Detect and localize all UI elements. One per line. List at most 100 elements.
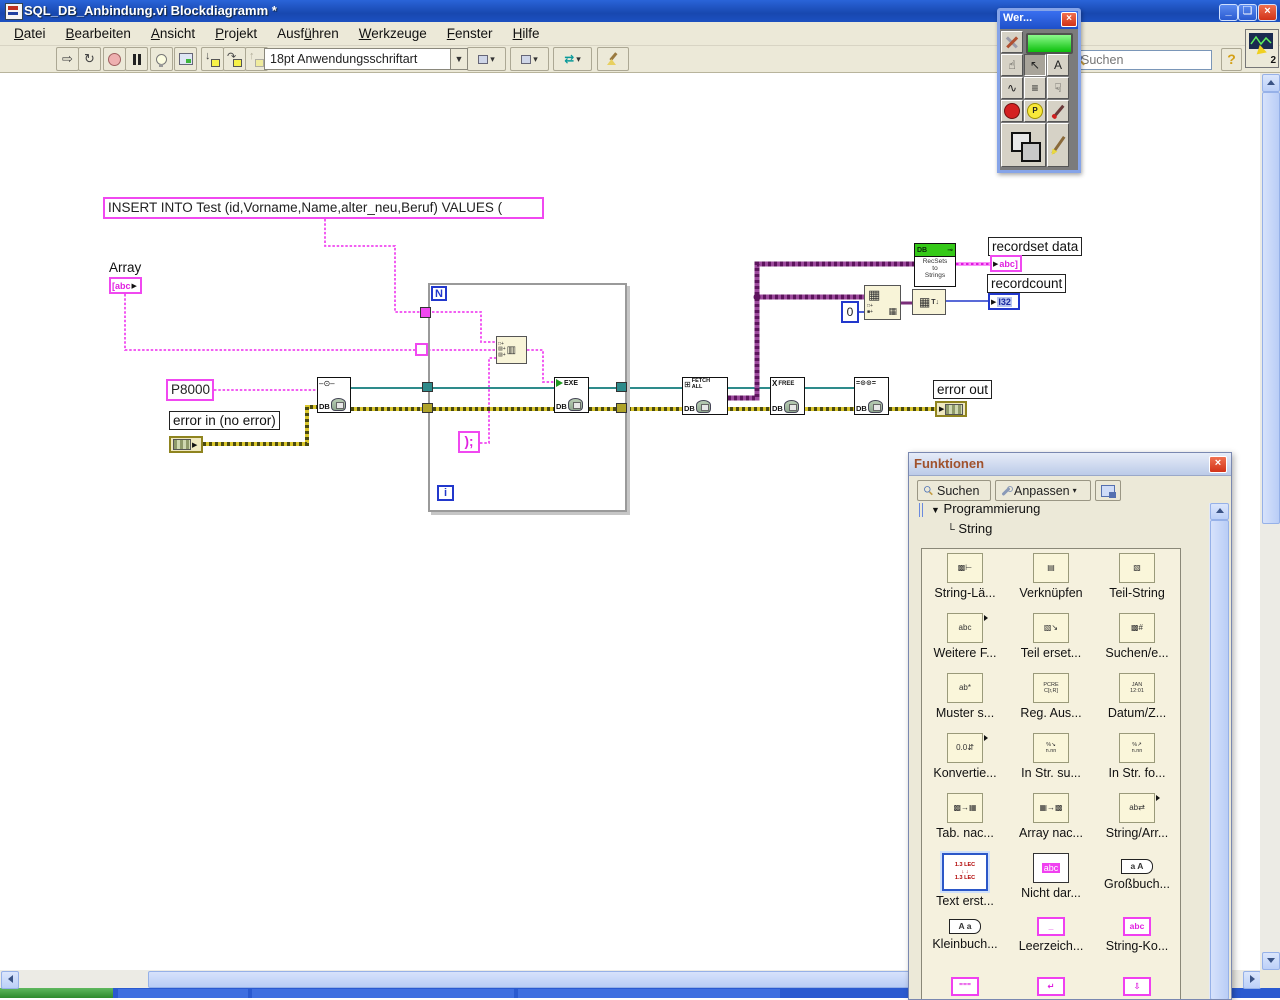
scroll-right-button[interactable]: [1243, 971, 1261, 989]
functions-palette-title-bar[interactable]: Funktionen ×: [909, 453, 1231, 476]
align-objects-dropdown[interactable]: ▾: [467, 47, 506, 71]
vertical-scroll-thumb[interactable]: [1262, 92, 1280, 524]
error-in-terminal[interactable]: ▶: [169, 436, 203, 453]
search-box[interactable]: [1076, 50, 1212, 70]
for-loop[interactable]: [428, 283, 627, 512]
vi-icon-button[interactable]: 2: [1245, 29, 1279, 68]
scroll-tool[interactable]: ☟: [1047, 77, 1069, 99]
palette-customize-button[interactable]: Anpassen ▾: [995, 480, 1091, 501]
palette-item[interactable]: JAN 12:01 Datum/Z...: [1094, 669, 1180, 729]
autoindex-tunnel[interactable]: [415, 343, 428, 356]
recordcount-label[interactable]: recordcount: [987, 274, 1067, 293]
palette-item-selected[interactable]: 1.3 LEC ↓ ↓ 1.3 LEC Text erst...: [922, 849, 1008, 909]
palette-pin-button[interactable]: [1095, 480, 1121, 501]
port-string-constant[interactable]: P8000: [166, 379, 214, 401]
run-button[interactable]: ⇨: [56, 47, 79, 71]
search-input[interactable]: [1079, 52, 1191, 68]
close-button[interactable]: ×: [1258, 4, 1277, 21]
array-label[interactable]: Array: [109, 260, 141, 275]
menu-datei[interactable]: Datei: [6, 24, 54, 43]
palette-item[interactable]: ↵: [1008, 969, 1094, 999]
refnum-tunnel-right[interactable]: [616, 382, 627, 392]
error-tunnel-left[interactable]: [422, 403, 433, 413]
scroll-down-button[interactable]: [1262, 952, 1280, 970]
auto-tool-led[interactable]: [1026, 33, 1073, 54]
restore-button[interactable]: ❏: [1238, 4, 1257, 21]
palette-item[interactable]: %↘ n.nn In Str. su...: [1008, 729, 1094, 789]
reorder-dropdown[interactable]: ⇄ ▾: [553, 47, 592, 71]
refnum-tunnel-left[interactable]: [422, 382, 433, 392]
error-in-label[interactable]: error in (no error): [169, 411, 280, 430]
functions-palette-window[interactable]: Funktionen × Suchen Anpassen ▾ ▼ Programm…: [908, 452, 1232, 1000]
font-selector[interactable]: 18pt Anwendungsschriftart: [264, 48, 456, 70]
menu-fenster[interactable]: Fenster: [439, 24, 501, 43]
title-bar[interactable]: SQL_DB_Anbindung.vi Blockdiagramm * _ ❏ …: [0, 0, 1280, 22]
palette-item[interactable]: """: [922, 969, 1008, 999]
palette-item[interactable]: abc String-Ko...: [1094, 909, 1180, 969]
run-continuously-button[interactable]: ↻: [78, 47, 101, 71]
db-free-object-node[interactable]: X FREE DB: [770, 377, 805, 415]
highlight-execution-button[interactable]: [150, 47, 173, 71]
color-copy-tool[interactable]: [1047, 100, 1069, 122]
db-fetch-all-node[interactable]: ⊞ FETCH ALL DB: [682, 377, 728, 415]
palette-item[interactable]: ▤ Verknüpfen: [1008, 549, 1094, 609]
abort-button[interactable]: [103, 47, 126, 71]
tree-child[interactable]: └ String: [947, 521, 992, 536]
string-tunnel[interactable]: [420, 307, 431, 318]
concatenate-strings-node[interactable]: □+ ▨+ ▨+ ▥: [496, 336, 527, 364]
palette-item[interactable]: PCRE C[r,R] Reg. Aus...: [1008, 669, 1094, 729]
position-tool[interactable]: ↖: [1024, 54, 1046, 76]
palette-item[interactable]: abc Nicht dar...: [1008, 849, 1094, 909]
paint-tool[interactable]: [1047, 123, 1069, 167]
menu-projekt[interactable]: Projekt: [207, 24, 265, 43]
taskbar-start-button[interactable]: [0, 988, 113, 998]
set-color-tool[interactable]: [1001, 123, 1046, 167]
error-out-terminal[interactable]: ▶: [935, 401, 967, 417]
shortcut-menu-tool[interactable]: ≡: [1024, 77, 1046, 99]
operate-value-tool[interactable]: ☝: [1001, 54, 1023, 76]
scroll-up-button[interactable]: [1262, 74, 1280, 92]
palette-scrollbar[interactable]: [1209, 503, 1229, 999]
array-control-terminal[interactable]: [abc ▶: [109, 277, 142, 294]
db-execute-query-node[interactable]: EXE DB: [554, 377, 589, 413]
auto-tool-button[interactable]: [1001, 31, 1023, 53]
error-out-label[interactable]: error out: [933, 380, 993, 399]
sql-string-constant[interactable]: INSERT INTO Test (id,Vorname,Name,alter_…: [103, 197, 544, 219]
menu-hilfe[interactable]: Hilfe: [505, 24, 548, 43]
close-paren-string-constant[interactable]: );: [458, 431, 480, 453]
loop-count-terminal[interactable]: N: [431, 286, 447, 301]
menu-bearbeiten[interactable]: Bearbeiten: [58, 24, 139, 43]
recordcount-terminal[interactable]: ▶ I32: [988, 293, 1020, 310]
close-icon[interactable]: ×: [1209, 456, 1227, 473]
step-over-button[interactable]: ↷: [223, 47, 246, 71]
zero-numeric-constant[interactable]: 0: [841, 301, 859, 323]
palette-item[interactable]: _ Leerzeich...: [1008, 909, 1094, 969]
recsets-to-strings-node[interactable]: DB ⊸ RecSets to Strings: [914, 243, 956, 287]
step-into-button[interactable]: ↓: [201, 47, 224, 71]
palette-item[interactable]: ⇩: [1094, 969, 1180, 999]
retain-wire-values-button[interactable]: [174, 47, 197, 71]
palette-item[interactable]: 0.0⇵ Konvertie...: [922, 729, 1008, 789]
help-button[interactable]: ?: [1221, 48, 1242, 71]
palette-item[interactable]: %↗ n.nn In Str. fo...: [1094, 729, 1180, 789]
font-selector-arrow[interactable]: ▼: [450, 48, 468, 70]
tools-palette-title-bar[interactable]: Wer... ×: [1000, 11, 1078, 29]
menu-ansicht[interactable]: Ansicht: [143, 24, 203, 43]
loop-iteration-terminal[interactable]: i: [437, 485, 454, 501]
palette-item[interactable]: a A Großbuch...: [1094, 849, 1180, 909]
palette-item[interactable]: ▦→▩ Array nac...: [1008, 789, 1094, 849]
taskbar-button[interactable]: [118, 989, 248, 998]
palette-item[interactable]: ▧↘ Teil erset...: [1008, 609, 1094, 669]
palette-item[interactable]: ab* Muster s...: [922, 669, 1008, 729]
recordset-data-terminal[interactable]: ▶ abc]: [990, 255, 1022, 272]
tree-root[interactable]: ▼ Programmierung: [931, 501, 1040, 516]
palette-item[interactable]: ▩→▦ Tab. nac...: [922, 789, 1008, 849]
error-tunnel-right[interactable]: [616, 403, 627, 413]
pause-button[interactable]: [125, 47, 148, 71]
index-array-node[interactable]: ▦ □+ ■+ ▦: [864, 285, 901, 320]
edit-text-tool[interactable]: A: [1047, 54, 1069, 76]
distribute-objects-dropdown[interactable]: ▾: [510, 47, 549, 71]
palette-item[interactable]: abc Weitere F...: [922, 609, 1008, 669]
palette-scroll-thumb[interactable]: [1210, 520, 1229, 999]
palette-item[interactable]: A a Kleinbuch...: [922, 909, 1008, 969]
